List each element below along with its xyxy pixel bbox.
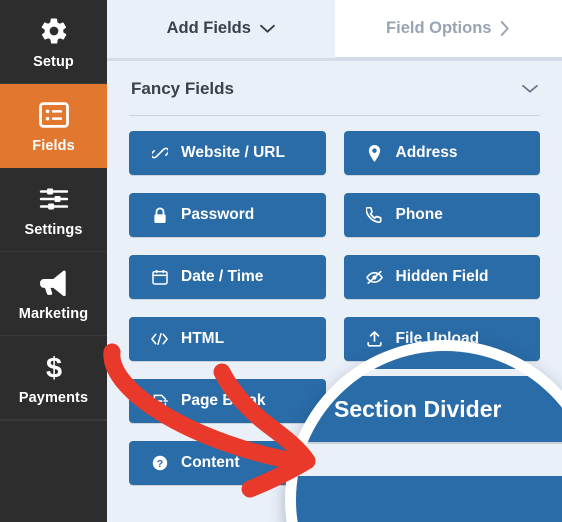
sidebar-item-label: Settings	[24, 221, 83, 238]
field-label: Hidden Field	[395, 268, 489, 285]
sidebar-filler	[0, 420, 107, 522]
megaphone-icon	[37, 266, 71, 300]
form-builder-screen: Setup Fields Settings Marketing $ Paymen…	[0, 0, 562, 522]
sidebar-item-fields[interactable]: Fields	[0, 84, 107, 168]
sidebar-item-setup[interactable]: Setup	[0, 0, 107, 84]
tab-field-options[interactable]: Field Options	[334, 0, 562, 58]
field-label: Section Divider	[334, 395, 502, 422]
map-pin-icon	[366, 144, 383, 162]
field-label: Date / Time	[181, 268, 264, 285]
panel-tabs: Add Fields Field Options	[107, 0, 562, 58]
field-button-password[interactable]: Password	[129, 193, 326, 237]
upload-icon	[366, 331, 383, 347]
question-circle-icon: ?	[151, 455, 168, 471]
field-label: Page Break	[181, 392, 266, 409]
sliders-icon	[37, 182, 71, 216]
field-label: Content	[181, 454, 240, 471]
list-icon	[37, 98, 71, 132]
field-label: Address	[395, 144, 458, 161]
tab-label: Field Options	[386, 19, 492, 37]
field-label: Phone	[395, 206, 443, 223]
field-button-website-url[interactable]: Website / URL	[129, 131, 326, 175]
sidebar-item-settings[interactable]: Settings	[0, 168, 107, 252]
magnifier-content: Section Divider Signature	[296, 351, 562, 522]
dollar-icon: $	[37, 350, 71, 384]
chevron-down-icon[interactable]	[522, 84, 538, 94]
sidebar-item-label: Marketing	[18, 305, 89, 322]
magnifier-lens: Section Divider Signature	[285, 340, 562, 522]
chevron-right-icon	[500, 21, 510, 36]
gear-icon	[37, 14, 71, 48]
sidebar-item-payments[interactable]: $ Payments	[0, 336, 107, 420]
magnified-field-content-partial[interactable]	[296, 476, 562, 522]
field-label: Password	[181, 206, 255, 223]
code-icon	[151, 332, 168, 346]
chevron-down-icon	[260, 24, 275, 34]
tab-label: Add Fields	[166, 19, 251, 37]
svg-text:?: ?	[156, 458, 162, 470]
field-button-address[interactable]: Address	[343, 131, 540, 175]
page-break-icon	[151, 393, 168, 409]
section-header-fancy-fields[interactable]: Fancy Fields	[129, 61, 540, 116]
field-button-hidden-field[interactable]: Hidden Field	[343, 255, 540, 299]
eye-slash-icon	[365, 270, 383, 285]
phone-icon	[366, 207, 383, 223]
field-label: HTML	[181, 330, 225, 347]
field-label: Website / URL	[181, 144, 285, 161]
link-icon	[151, 145, 168, 161]
field-button-phone[interactable]: Phone	[343, 193, 540, 237]
field-button-date-time[interactable]: Date / Time	[129, 255, 326, 299]
sidebar-item-marketing[interactable]: Marketing	[0, 252, 107, 336]
svg-text:$: $	[45, 352, 61, 381]
tab-add-fields[interactable]: Add Fields	[107, 0, 335, 58]
sidebar-item-label: Payments	[18, 389, 89, 406]
section-title: Fancy Fields	[131, 79, 234, 98]
calendar-icon	[151, 269, 168, 285]
sidebar: Setup Fields Settings Marketing $ Paymen…	[0, 0, 107, 522]
sidebar-item-label: Fields	[32, 137, 75, 154]
magnified-field-section-divider[interactable]: Section Divider	[296, 376, 562, 442]
sidebar-item-label: Setup	[33, 53, 74, 70]
lock-icon	[151, 206, 168, 224]
